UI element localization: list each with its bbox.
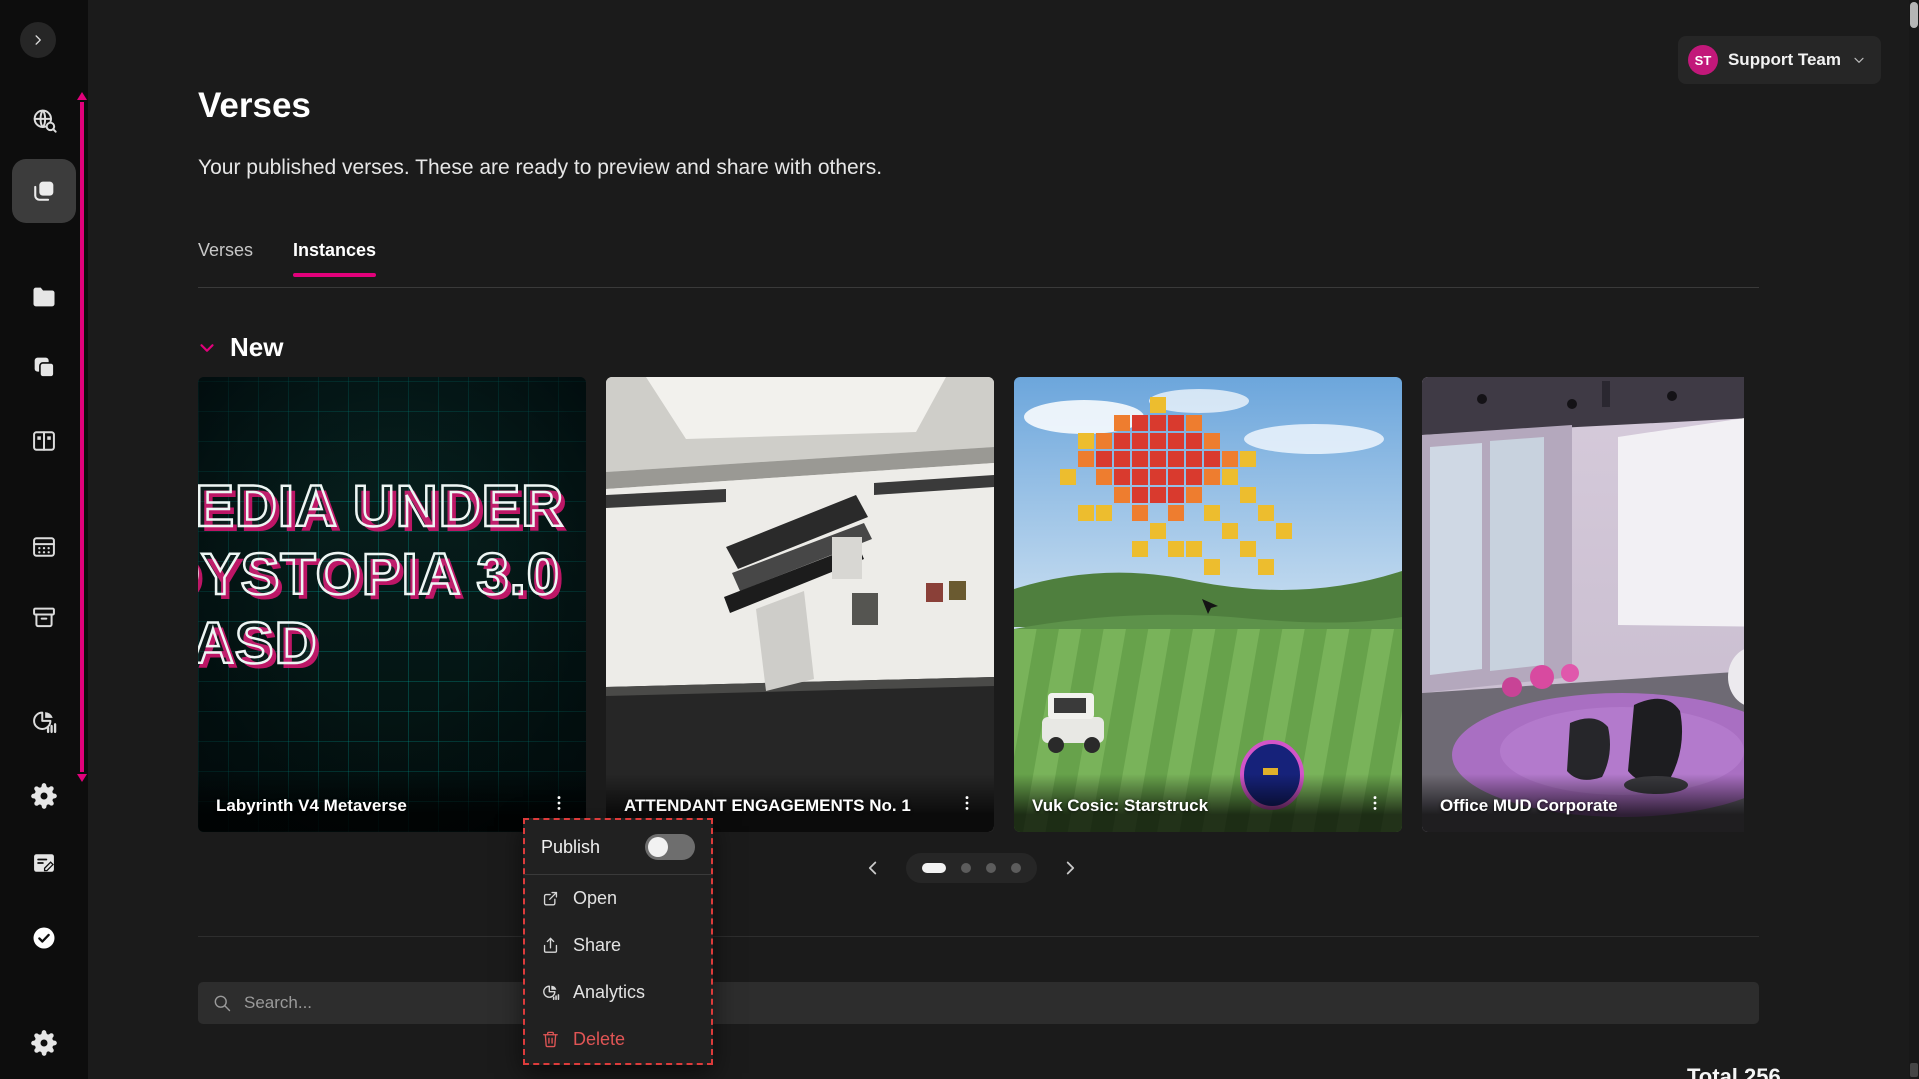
tab-instances[interactable]: Instances	[293, 240, 376, 275]
total-count: Total 256	[1687, 1064, 1781, 1079]
card-title: Labyrinth V4 Metaverse	[216, 795, 407, 818]
thumbnail-art-text: MEDIA UNDER DYSTOPIA 3.0 ASD	[198, 473, 586, 678]
card-thumbnail: MEDIA UNDER DYSTOPIA 3.0 ASD	[198, 377, 586, 832]
chevron-left-icon	[862, 857, 884, 879]
window-scrollbar-bottom	[1910, 1063, 1918, 1077]
menu-item-open[interactable]: Open	[525, 875, 711, 922]
carousel-pagination	[198, 853, 1744, 883]
window-scrollbar-thumb[interactable]	[1910, 2, 1918, 28]
user-name: Support Team	[1728, 50, 1841, 70]
page-subtitle: Your published verses. These are ready t…	[198, 156, 882, 180]
layers-icon	[30, 177, 58, 205]
section-divider	[198, 936, 1759, 937]
pagination-dot-4[interactable]	[1011, 863, 1021, 873]
tab-active-underline	[293, 273, 376, 277]
sidebar-item-archive[interactable]	[20, 594, 68, 642]
card-menu-button[interactable]	[544, 788, 574, 818]
tabs-divider	[198, 287, 1759, 288]
pagination-next-button[interactable]	[1059, 857, 1081, 879]
card-menu-button[interactable]	[1360, 788, 1390, 818]
scrollbar-arrow-down-icon	[77, 774, 87, 782]
scrollbar-thumb	[80, 102, 84, 772]
card-thumbnail	[1014, 377, 1402, 832]
sidebar-item-discover[interactable]	[20, 96, 68, 144]
card-context-menu: Publish Open Share Analytics Delete	[523, 818, 713, 1065]
avatar: ST	[1688, 45, 1718, 75]
pagination-dot-2[interactable]	[961, 863, 971, 873]
form-icon	[30, 849, 58, 877]
search-icon	[212, 993, 232, 1013]
pie-chart-icon	[30, 708, 58, 736]
tab-verses[interactable]: Verses	[198, 240, 253, 275]
share-icon	[541, 936, 560, 955]
chevron-down-icon	[1851, 52, 1867, 68]
kebab-icon	[957, 793, 977, 813]
sidebar-item-preferences[interactable]	[20, 1019, 68, 1067]
menu-item-publish[interactable]: Publish	[525, 820, 711, 874]
sidebar-item-schedule[interactable]	[20, 523, 68, 571]
content-scrollbar[interactable]	[80, 92, 85, 782]
user-menu[interactable]: ST Support Team	[1678, 36, 1881, 84]
globe-search-icon	[30, 106, 58, 134]
card-title: Vuk Cosic: Starstruck	[1032, 795, 1208, 818]
search-input[interactable]	[244, 993, 1745, 1013]
kebab-icon	[1365, 793, 1385, 813]
check-circle-icon	[30, 924, 58, 952]
publish-toggle[interactable]	[645, 834, 695, 860]
pagination-dot-1[interactable]	[922, 863, 946, 873]
card-title: ATTENDANT ENGAGEMENTS No. 1	[624, 795, 911, 818]
sidebar-item-tasks[interactable]	[20, 914, 68, 962]
verse-card-labyrinth[interactable]: MEDIA UNDER DYSTOPIA 3.0 ASD Labyrinth V…	[198, 377, 586, 832]
app-root: ST Support Team Verses Your published ve…	[0, 0, 1919, 1079]
archive-icon	[30, 604, 58, 632]
kebab-icon	[549, 793, 569, 813]
sidebar-item-forms[interactable]	[20, 839, 68, 887]
layout-icon	[30, 427, 58, 455]
menu-item-delete[interactable]: Delete	[525, 1016, 711, 1063]
card-footer: Office MUD Corporate	[1422, 774, 1744, 832]
external-link-icon	[541, 889, 560, 908]
chevron-right-icon	[29, 31, 47, 49]
verse-card-office[interactable]: Office MUD Corporate	[1422, 377, 1744, 832]
cards-carousel: MEDIA UNDER DYSTOPIA 3.0 ASD Labyrinth V…	[198, 377, 1744, 832]
card-title: Office MUD Corporate	[1440, 795, 1618, 818]
menu-item-share[interactable]: Share	[525, 922, 711, 969]
verse-card-starstruck[interactable]: Vuk Cosic: Starstruck	[1014, 377, 1402, 832]
folder-icon	[30, 283, 58, 311]
stack-icon	[30, 353, 58, 381]
tabs: Verses Instances	[198, 240, 376, 275]
expand-sidebar-button[interactable]	[20, 22, 56, 58]
sidebar-item-verses[interactable]	[20, 167, 68, 215]
section-header-new[interactable]: New	[196, 332, 283, 363]
toggle-knob	[648, 837, 668, 857]
pagination-dots	[906, 853, 1037, 883]
section-label: New	[230, 332, 283, 363]
sidebar-item-settings[interactable]	[20, 772, 68, 820]
card-thumbnail	[606, 377, 994, 832]
menu-item-analytics[interactable]: Analytics	[525, 969, 711, 1016]
gear-icon	[30, 1029, 58, 1057]
scrollbar-arrow-up-icon	[77, 92, 87, 100]
gear-icon	[30, 782, 58, 810]
sidebar	[0, 0, 88, 1079]
sidebar-item-files[interactable]	[20, 273, 68, 321]
search-bar	[198, 982, 1759, 1024]
sidebar-item-boards[interactable]	[20, 417, 68, 465]
pie-chart-icon	[541, 983, 560, 1002]
sidebar-item-collections[interactable]	[20, 343, 68, 391]
sidebar-item-analytics[interactable]	[20, 698, 68, 746]
page-title: Verses	[198, 86, 311, 126]
card-thumbnail	[1422, 377, 1744, 832]
chevron-right-icon	[1059, 857, 1081, 879]
pagination-dot-3[interactable]	[986, 863, 996, 873]
card-footer: Vuk Cosic: Starstruck	[1014, 774, 1402, 832]
window-scrollbar[interactable]	[1909, 0, 1919, 1079]
chevron-down-icon	[196, 337, 218, 359]
card-menu-button[interactable]	[952, 788, 982, 818]
verse-card-attendant[interactable]: ATTENDANT ENGAGEMENTS No. 1	[606, 377, 994, 832]
calendar-icon	[30, 533, 58, 561]
trash-icon	[541, 1030, 560, 1049]
pagination-prev-button[interactable]	[862, 857, 884, 879]
